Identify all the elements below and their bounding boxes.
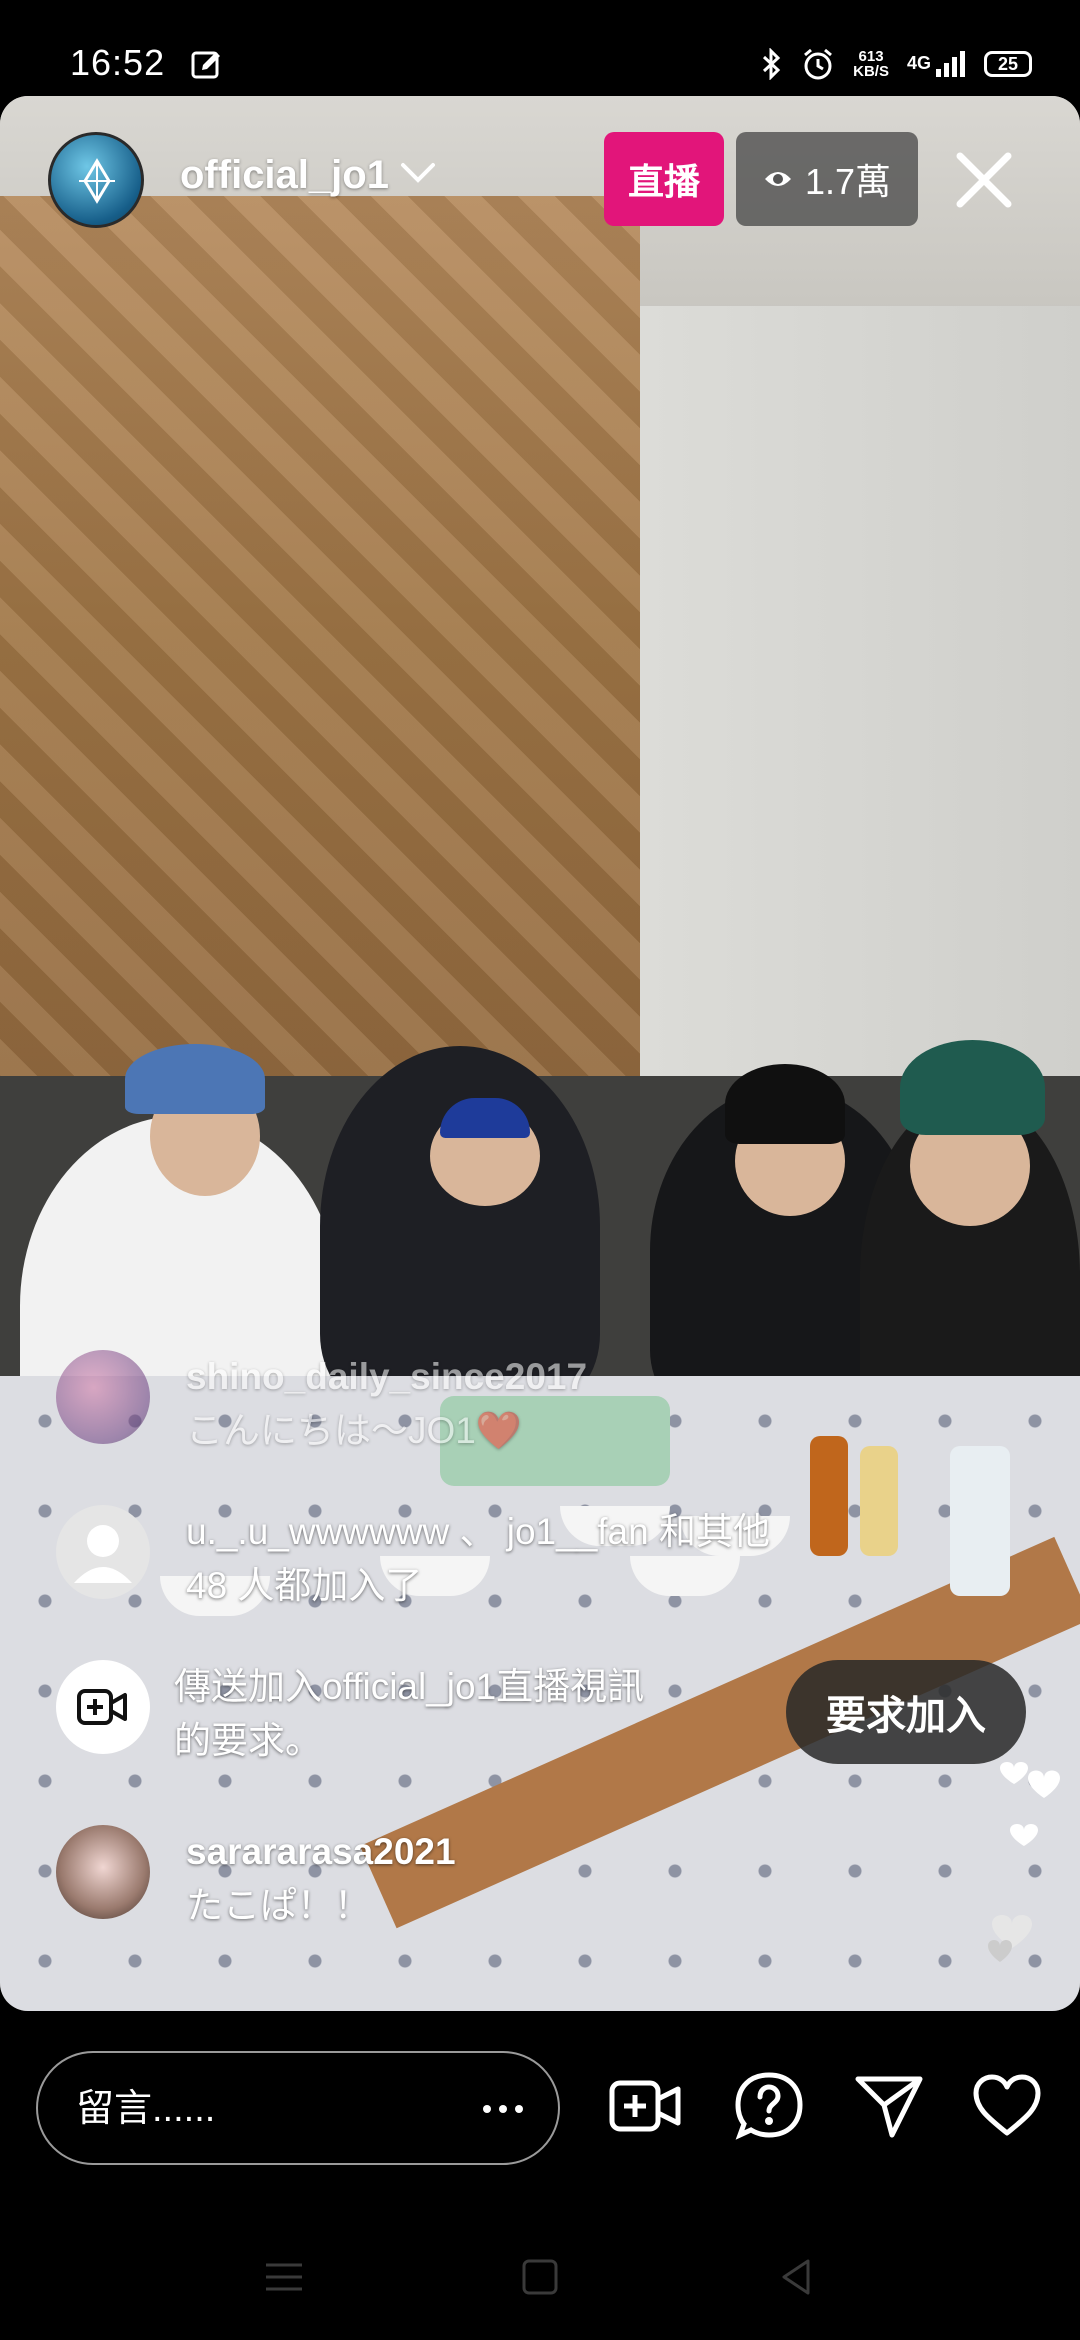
commenter-username[interactable]: sarararasa2021	[186, 1825, 906, 1879]
network-speed-value: 613	[858, 48, 884, 65]
add-video-icon[interactable]	[608, 2069, 682, 2143]
network-speed-unit: KB/S	[853, 63, 889, 80]
send-icon[interactable]	[852, 2069, 926, 2143]
video-bottle	[950, 1446, 1010, 1596]
heart-icon[interactable]	[970, 2069, 1044, 2143]
home-nav-icon[interactable]	[518, 2255, 562, 2299]
viewer-count[interactable]: 1.7萬	[736, 132, 918, 226]
comment-text: たこぱ！！	[186, 1885, 371, 1926]
more-options-button[interactable]	[468, 2079, 538, 2139]
network-type: 4G	[907, 51, 966, 77]
broadcaster-avatar[interactable]	[48, 132, 144, 228]
join-notice-line1: u._.u_wwwwww 、 jo1__fan 和其他	[186, 1511, 770, 1552]
dot	[499, 2105, 507, 2113]
default-avatar-icon	[56, 1505, 150, 1599]
alarm-icon	[804, 48, 833, 80]
back-nav-icon[interactable]	[774, 2255, 818, 2299]
battery-icon: 25	[984, 51, 1032, 77]
menu-nav-icon[interactable]	[262, 2255, 306, 2299]
viewer-count-value: 1.7萬	[804, 161, 892, 202]
floating-hearts-icon	[988, 1762, 1060, 1962]
signal-icon	[936, 51, 965, 77]
system-nav-bar	[0, 2211, 1080, 2340]
edit-icon	[191, 51, 220, 79]
bottom-bar	[0, 2011, 1080, 2211]
commenter-username[interactable]: shino_daily_since2017	[186, 1350, 906, 1404]
network-label: 4G	[906, 52, 931, 73]
comment-text: こんにちは〜JO1❤️	[186, 1410, 522, 1451]
comment-box[interactable]	[36, 2051, 560, 2165]
jo1-logo-icon	[79, 158, 115, 204]
broadcaster-username[interactable]: official_jo1	[180, 153, 389, 198]
video-hat-4	[900, 1040, 1045, 1135]
network-speed: 613 KB/S	[853, 49, 889, 79]
bluetooth-icon	[763, 48, 781, 80]
video-hat-3	[725, 1064, 845, 1144]
video-add-icon	[56, 1660, 150, 1754]
status-icons: 613 KB/S 4G 25	[761, 44, 1032, 84]
join-request-line2: 的要求。	[174, 1720, 322, 1761]
join-request-line1: 傳送加入official_jo1直播視訊	[174, 1666, 645, 1707]
live-badge: 直播	[604, 132, 724, 226]
comment-input[interactable]	[74, 2073, 458, 2145]
close-icon[interactable]	[952, 148, 1016, 212]
join-notice-line2: 48 人都加入了	[186, 1565, 423, 1606]
battery-level: 25	[997, 53, 1019, 74]
question-icon[interactable]	[732, 2069, 806, 2143]
eye-icon	[764, 172, 791, 186]
commenter-avatar[interactable]	[56, 1825, 150, 1919]
dot	[515, 2105, 523, 2113]
commenter-avatar[interactable]	[56, 1350, 150, 1444]
status-time: 16:52	[70, 42, 166, 83]
chevron-down-icon[interactable]	[398, 160, 438, 186]
status-bar: 16:52 613 KB/S 4G 25	[0, 0, 1080, 96]
video-hat-1	[125, 1044, 265, 1114]
dot	[483, 2105, 491, 2113]
